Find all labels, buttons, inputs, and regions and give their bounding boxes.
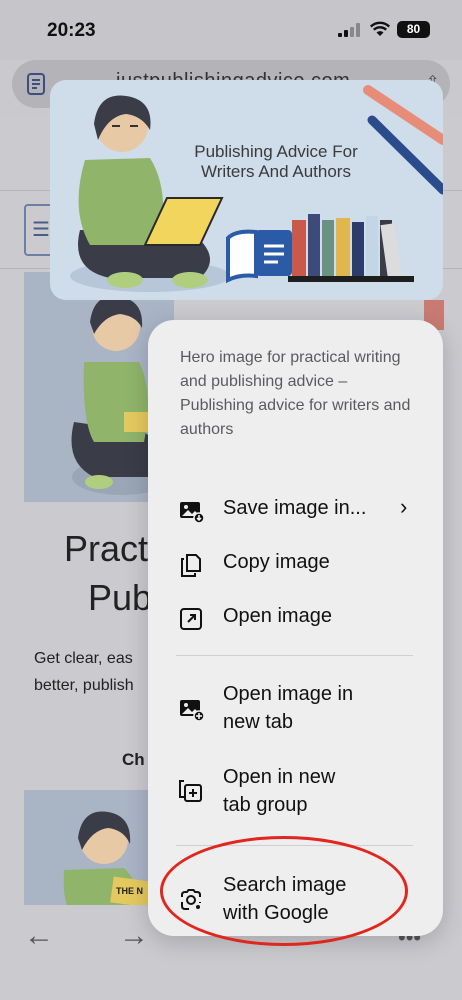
tab-group-icon bbox=[179, 780, 202, 802]
image-alt-text: Hero image for practical writing and pub… bbox=[180, 349, 411, 438]
back-arrow-icon[interactable]: ← bbox=[24, 919, 54, 953]
menu-divider bbox=[176, 655, 413, 656]
page-title-line2: Pub bbox=[88, 577, 153, 618]
open-new-tab-group-button[interactable]: Open in new tab group bbox=[148, 763, 443, 823]
highlight-annotation bbox=[160, 836, 408, 946]
preview-illustration bbox=[70, 85, 443, 292]
open-image-new-tab-button[interactable]: Open image in new tab bbox=[148, 680, 443, 740]
page-paragraph-line1: Get clear, eas bbox=[34, 650, 133, 667]
open-external-icon bbox=[180, 608, 202, 630]
save-image-icon bbox=[180, 502, 204, 524]
image-new-tab-icon bbox=[180, 700, 204, 722]
battery-indicator: 80 bbox=[397, 21, 430, 38]
copy-image-label: Copy image bbox=[223, 551, 330, 573]
copy-icon bbox=[181, 554, 201, 577]
image-preview: Publishing Advice For Writers And Author… bbox=[50, 80, 443, 300]
open-image-new-tab-label-line2: new tab bbox=[223, 711, 294, 733]
open-new-tab-group-label-line1: Open in new bbox=[223, 766, 336, 788]
svg-text:THE N: THE N bbox=[116, 886, 143, 896]
open-image-button[interactable]: Open image bbox=[148, 602, 443, 642]
page-subheading: Ch bbox=[122, 750, 145, 769]
save-image-label: Save image in... bbox=[223, 497, 367, 519]
save-image-button[interactable]: Save image in... › bbox=[148, 494, 443, 534]
page-info-icon[interactable] bbox=[24, 72, 48, 96]
status-bar: 20:23 80 bbox=[0, 0, 462, 60]
forward-arrow-icon[interactable]: → bbox=[119, 919, 149, 953]
page-title-line1: Pract bbox=[64, 528, 149, 569]
copy-image-button[interactable]: Copy image bbox=[148, 548, 443, 588]
page-paragraph-line2: better, publish bbox=[34, 677, 134, 694]
clock: 20:23 bbox=[47, 20, 96, 41]
open-new-tab-group-label-line2: tab group bbox=[223, 794, 308, 816]
wifi-icon bbox=[369, 21, 391, 36]
open-image-new-tab-label-line1: Open image in bbox=[223, 683, 354, 705]
cellular-signal-icon bbox=[338, 23, 360, 37]
chevron-right-icon: › bbox=[400, 494, 408, 519]
preview-caption: Publishing Advice For Writers And Author… bbox=[194, 142, 358, 181]
open-image-label: Open image bbox=[223, 605, 332, 627]
article-image[interactable]: THE N bbox=[24, 790, 154, 910]
